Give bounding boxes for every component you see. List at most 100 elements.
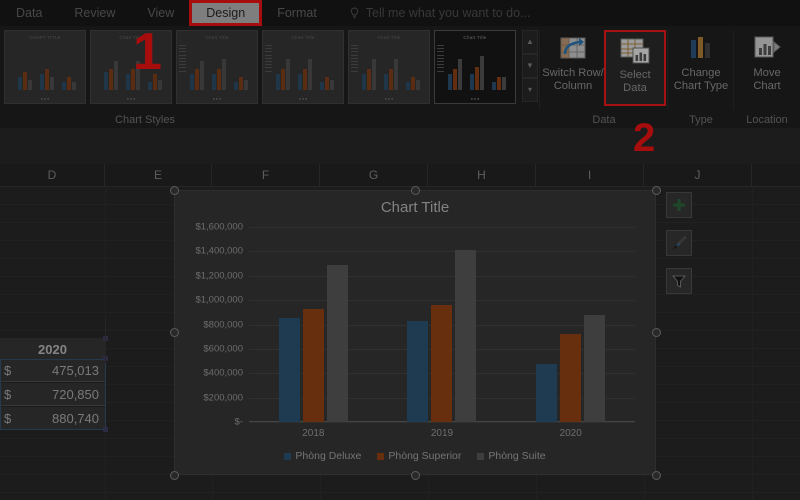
tab-data[interactable]: Data [2,2,56,24]
switch-row-column-label: Switch Row/ Column [542,67,604,92]
chart-styles-gallery[interactable]: CHART TITLE ■ ■ ■ Chart Title ■ ■ ■ Chart Ti… [4,30,516,104]
chart-style-thumbnail-1[interactable]: CHART TITLE ■ ■ ■ [4,30,86,104]
y-axis-tick-label: $600,000 [203,343,243,355]
grid-row-line [0,492,800,493]
legend-swatch [477,452,485,460]
thumbnail-title: Chart Title [291,35,315,40]
bar-group-2019[interactable]: 2019 [407,227,477,439]
change-chart-type-icon [684,34,718,64]
tab-view[interactable]: View [133,2,188,24]
chart-object[interactable]: Chart Title $1,600,000 $1,400,000 $1,200,0… [174,190,656,475]
chart-style-thumbnail-3[interactable]: Chart Title ■ ■ ■ [176,30,258,104]
chart-resize-handle-7[interactable] [410,470,420,480]
tab-format[interactable]: Format [263,2,331,24]
bar-group-2018[interactable]: 2018 [278,227,348,439]
gridline [249,422,635,423]
legend-label: Phòng Superior [388,450,462,462]
y-axis-tick-label: $1,600,000 [195,221,243,233]
chart-resize-handle-5[interactable] [651,328,661,337]
group-label-type: Type [689,114,713,126]
chart-resize-handle-1[interactable] [169,185,179,195]
chart-resize-handle-4[interactable] [169,328,179,337]
thumbnail-plot [358,44,424,90]
x-axis-tick-label: 2018 [302,428,325,439]
move-chart-label: Move Chart [753,67,781,92]
select-data-button[interactable]: Select Data [604,30,666,106]
legend-swatch [377,452,385,460]
bar-2020-series2[interactable] [560,334,582,422]
legend-item-2[interactable]: Phòng Superior [377,450,461,462]
chart-title[interactable]: Chart Title [175,199,655,216]
gallery-more-button[interactable]: ▾ [522,78,538,102]
y-axis-tick-label: $1,200,000 [195,270,243,282]
bar-2018-series1[interactable] [278,318,300,422]
cell-D1[interactable]: 2020 [0,338,105,361]
thumbnail-axis [351,45,358,89]
gallery-scroll-up-button[interactable]: ▲ [522,30,538,54]
column-header-I[interactable]: I [536,164,644,186]
chart-resize-handle-6[interactable] [169,470,179,480]
legend-label: Phòng Deluxe [295,450,362,462]
thumbnail-title: Chart Title [205,35,229,40]
y-axis-tick-label: $400,000 [203,367,243,379]
chart-plot-area[interactable]: $1,600,000 $1,400,000 $1,200,000 $1,000,000… [195,222,635,439]
callout-2: 2 [633,116,656,160]
chart-legend[interactable]: Phòng Deluxe Phòng Superior Phòng Suite [175,450,655,462]
chart-filters-button[interactable] [666,268,692,294]
group-type: Change Chart Type Type [668,26,734,128]
thumbnail-title: Chart Title [377,35,401,40]
column-header-F[interactable]: F [212,164,320,186]
tab-review[interactable]: Review [60,2,129,24]
y-axis-tick-label: $1,400,000 [195,245,243,257]
thumbnail-legend: ■ ■ ■ [212,97,222,101]
switch-row-column-button[interactable]: Switch Row/ Column [542,30,604,106]
y-axis-tick-label: $- [234,416,243,428]
column-header-H[interactable]: H [428,164,536,186]
group-chart-styles: CHART TITLE ■ ■ ■ Chart Title ■ ■ ■ Chart Ti… [0,26,540,128]
callout-1: 1 [133,23,162,81]
chart-style-thumbnail-5[interactable]: Chart Title ■ ■ ■ [348,30,430,104]
switch-row-column-icon [556,34,590,64]
legend-label: Phòng Suite [488,450,546,462]
thumbnail-axis [179,45,186,89]
ribbon: CHART TITLE ■ ■ ■ Chart Title ■ ■ ■ Chart Ti… [0,26,800,129]
thumbnail-legend: ■ ■ ■ [470,97,480,101]
bar-2018-series2[interactable] [302,308,324,422]
bar-2020-series3[interactable] [584,314,606,422]
funnel-filter-icon [672,275,686,288]
gallery-scroll-buttons[interactable]: ▲ ▼ ▾ [522,30,538,102]
change-chart-type-button[interactable]: Change Chart Type [670,30,732,106]
y-axis-tick-label: $1,000,000 [195,294,243,306]
chart-resize-handle-2[interactable] [410,185,420,195]
thumbnail-title: CHART TITLE [29,35,61,40]
change-chart-type-label: Change Chart Type [673,67,729,92]
tell-me-box[interactable]: Tell me what you want to do... [349,6,530,20]
bar-group-2020[interactable]: 2020 [536,227,606,439]
bar-2019-series1[interactable] [407,320,429,422]
chart-resize-handle-3[interactable] [651,185,661,195]
column-header-J[interactable]: J [644,164,752,186]
bar-2018-series3[interactable] [326,264,348,422]
thumbnail-plot [444,44,510,90]
column-header-row[interactable]: DEFGHIJ [0,164,800,187]
legend-item-3[interactable]: Phòng Suite [477,450,546,462]
selection-handle[interactable] [103,427,108,432]
paintbrush-icon [673,236,687,249]
group-label-chart-styles: Chart Styles [115,114,175,126]
thumbnail-axis [7,45,14,89]
column-header-D[interactable]: D [0,164,105,186]
bar-2020-series1[interactable] [536,364,558,422]
cell-range-selection [0,359,106,430]
gallery-scroll-down-button[interactable]: ▼ [522,54,538,78]
move-chart-button[interactable]: Move Chart [736,30,798,106]
legend-item-1[interactable]: Phòng Deluxe [284,450,361,462]
chart-styles-button[interactable] [666,230,692,256]
chart-resize-handle-8[interactable] [651,470,661,480]
column-header-E[interactable]: E [105,164,212,186]
chart-style-thumbnail-6[interactable]: Chart Title ■ ■ ■ [434,30,516,104]
bar-2019-series2[interactable] [431,305,453,422]
chart-elements-button[interactable] [666,192,692,218]
chart-style-thumbnail-4[interactable]: Chart Title ■ ■ ■ [262,30,344,104]
column-header-G[interactable]: G [320,164,428,186]
bar-2019-series3[interactable] [455,249,477,422]
